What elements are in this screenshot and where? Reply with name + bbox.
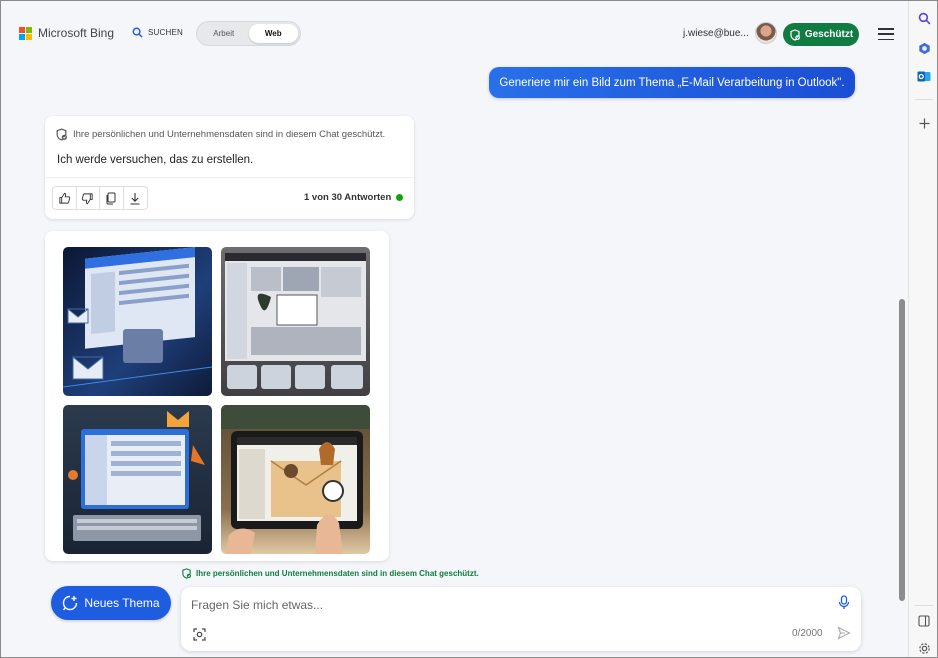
thumbs-down-button[interactable] bbox=[77, 187, 100, 209]
generated-image-1[interactable] bbox=[63, 247, 212, 396]
thumbs-up-button[interactable] bbox=[53, 187, 77, 209]
protected-label: Geschützt bbox=[804, 29, 854, 40]
generated-image-4[interactable] bbox=[221, 405, 370, 554]
user-message: Generiere mir ein Bild zum Thema „E-Mail… bbox=[489, 67, 855, 98]
brand-name: Microsoft Bing bbox=[38, 26, 115, 40]
bot-reply-text: Ich werde versuchen, das zu erstellen. bbox=[57, 154, 254, 166]
composer-privacy-note: Ihre persönlichen und Unternehmensdaten … bbox=[181, 568, 479, 579]
toggle-web[interactable]: Web bbox=[248, 24, 298, 43]
copy-icon bbox=[106, 192, 116, 204]
character-counter: 0/2000 bbox=[792, 628, 823, 639]
answer-counter: 1 von 30 Antworten bbox=[304, 192, 404, 203]
sidebar-copilot-button[interactable] bbox=[917, 41, 931, 55]
scrollbar-thumb[interactable] bbox=[899, 299, 905, 601]
sidebar-divider bbox=[915, 605, 933, 606]
image-scan-icon bbox=[193, 628, 206, 641]
outlook-icon bbox=[917, 71, 931, 81]
thumbs-up-icon bbox=[59, 192, 70, 204]
sidebar-add-button[interactable] bbox=[917, 116, 931, 130]
send-icon bbox=[837, 626, 851, 640]
image-4-illustration bbox=[221, 405, 370, 554]
panel-icon bbox=[918, 615, 930, 627]
avatar[interactable] bbox=[755, 22, 777, 44]
shield-check-icon bbox=[790, 28, 800, 41]
divider bbox=[45, 177, 414, 178]
user-email[interactable]: j.wiese@bue... bbox=[683, 28, 749, 39]
copilot-icon bbox=[918, 42, 930, 54]
plus-icon bbox=[919, 118, 929, 128]
search-icon bbox=[918, 12, 930, 24]
feedback-actions bbox=[52, 186, 148, 210]
sidebar-divider bbox=[915, 99, 933, 100]
privacy-note-text: Ihre persönlichen und Unternehmensdaten … bbox=[73, 129, 386, 140]
generated-image-3[interactable] bbox=[63, 405, 212, 554]
privacy-note: Ihre persönlichen und Unternehmensdaten … bbox=[55, 128, 385, 141]
new-topic-label: Neues Thema bbox=[84, 596, 160, 610]
status-dot-icon bbox=[396, 194, 404, 201]
visual-search-button[interactable] bbox=[193, 628, 206, 646]
microsoft-logo-icon bbox=[19, 26, 32, 40]
image-1-illustration bbox=[63, 247, 212, 388]
search-tab-label: SUCHEN bbox=[148, 28, 183, 37]
app-window: Microsoft Bing SUCHEN Arbeit Web j.wiese… bbox=[0, 0, 938, 658]
shield-check-icon bbox=[182, 568, 191, 579]
search-tab[interactable]: SUCHEN bbox=[132, 27, 183, 38]
browser-sidebar bbox=[908, 1, 937, 657]
download-button[interactable] bbox=[124, 187, 148, 209]
generated-image-2[interactable] bbox=[221, 247, 370, 396]
new-topic-button[interactable]: Neues Thema bbox=[51, 586, 171, 620]
sidebar-search-button[interactable] bbox=[917, 11, 931, 25]
sidebar-panel-toggle-button[interactable] bbox=[917, 614, 931, 628]
shield-check-icon bbox=[56, 128, 67, 141]
answer-count-text: 1 von 30 Antworten bbox=[304, 192, 392, 203]
thumbs-down-icon bbox=[82, 192, 93, 204]
new-chat-icon bbox=[63, 595, 78, 611]
composer-privacy-text: Ihre persönlichen und Unternehmensdaten … bbox=[196, 569, 479, 578]
header: Microsoft Bing SUCHEN Arbeit Web j.wiese… bbox=[1, 1, 907, 65]
image-2-illustration bbox=[225, 253, 366, 389]
image-3-illustration bbox=[68, 411, 205, 541]
bing-logo[interactable]: Microsoft Bing bbox=[19, 26, 114, 40]
copy-button[interactable] bbox=[100, 187, 124, 209]
voice-input-button[interactable] bbox=[838, 595, 850, 615]
chat-input[interactable] bbox=[191, 595, 811, 615]
send-button[interactable] bbox=[837, 626, 851, 645]
bot-response-card: Ihre persönlichen und Unternehmensdaten … bbox=[45, 116, 414, 219]
gear-icon bbox=[918, 642, 930, 654]
protected-button[interactable]: Geschützt bbox=[783, 23, 859, 46]
sidebar-outlook-button[interactable] bbox=[917, 69, 931, 83]
toggle-work[interactable]: Arbeit bbox=[199, 24, 249, 43]
microphone-icon bbox=[838, 595, 850, 609]
work-web-toggle[interactable]: Arbeit Web bbox=[196, 21, 301, 46]
sidebar-settings-button[interactable] bbox=[917, 641, 931, 655]
hamburger-menu-icon[interactable] bbox=[878, 28, 894, 40]
chat-composer: 0/2000 bbox=[181, 587, 861, 651]
search-icon bbox=[132, 27, 143, 38]
download-icon bbox=[130, 192, 140, 205]
generated-images-card bbox=[45, 231, 389, 561]
